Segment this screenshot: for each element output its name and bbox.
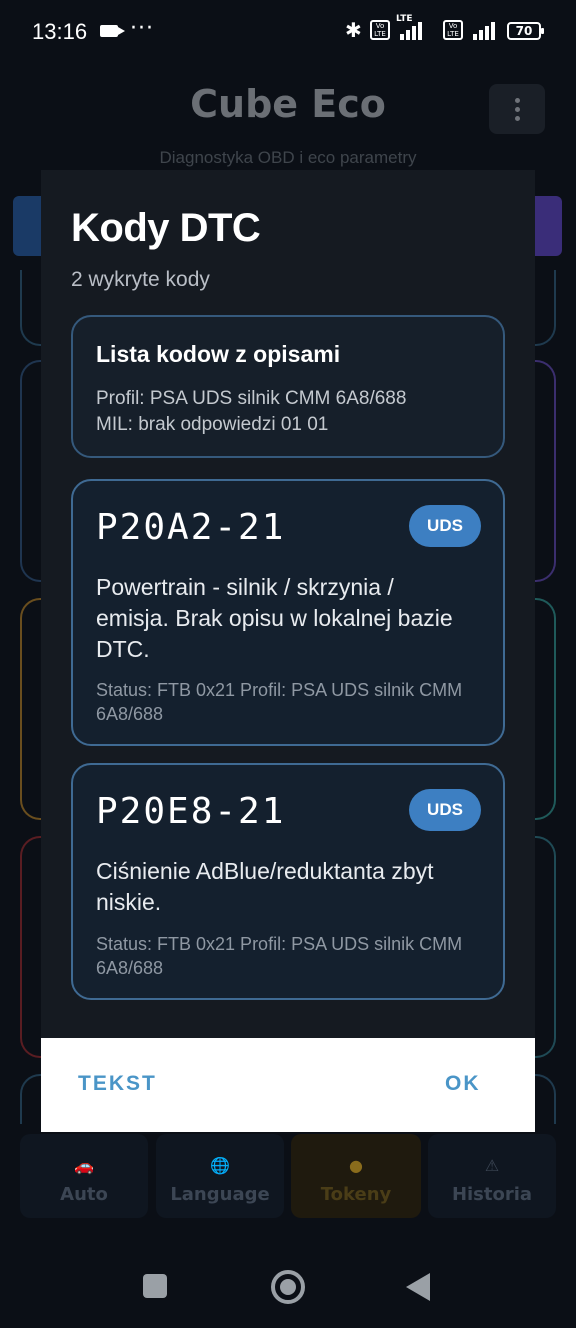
text-button[interactable]: TEKST <box>78 1072 157 1096</box>
menu-dot <box>515 98 520 103</box>
nav-label: Language <box>170 1184 270 1205</box>
system-navigation-bar <box>0 1240 576 1328</box>
dtc-meta: Status: FTB 0x21 Profil: PSA UDS silnik … <box>96 680 463 724</box>
video-camera-icon <box>100 25 125 37</box>
signal-sim1: Vo LTE LTE <box>370 14 432 42</box>
nav-item-auto[interactable]: 🚗 Auto <box>20 1134 148 1218</box>
dtc-meta: Status: FTB 0x21 Profil: PSA UDS silnik … <box>96 934 463 978</box>
globe-icon: 🌐 <box>210 1156 230 1175</box>
warning-icon: ⚠ <box>484 1156 500 1175</box>
dtc-dialog: Kody DTC 2 wykryte kody Lista kodow z op… <box>41 170 535 1132</box>
signal-sim2: Vo LTE <box>443 20 499 42</box>
dtc-code: P20E8-21 <box>96 791 286 832</box>
dtc-description: Powertrain - silnik / skrzynia / emisja.… <box>96 574 453 662</box>
menu-dot <box>515 107 520 112</box>
dtc-card[interactable]: P20E8-21 UDS Ciśnienie AdBlue/reduktanta… <box>71 763 505 1000</box>
bottom-navigation: 🚗 Auto 🌐 Language ● Tokeny ⚠ Historia <box>20 1134 556 1218</box>
summary-profile: Profil: PSA UDS silnik CMM 6A8/688 <box>96 388 407 409</box>
recents-button[interactable] <box>143 1274 167 1298</box>
nav-label: Tokeny <box>320 1184 392 1205</box>
home-button[interactable] <box>271 1270 305 1304</box>
summary-heading: Lista kodow z opisami <box>96 341 341 367</box>
more-notifications-icon: ··· <box>130 16 154 41</box>
status-bar: 13:16 ··· ✱ Vo LTE LTE Vo LTE 70 <box>0 0 576 64</box>
summary-card: Lista kodow z opisami Profil: PSA UDS si… <box>71 315 505 458</box>
nav-label: Historia <box>451 1184 533 1205</box>
clock: 13:16 <box>32 19 88 44</box>
protocol-badge: UDS <box>409 789 481 831</box>
coin-icon: ● <box>349 1156 363 1175</box>
protocol-badge: UDS <box>409 505 481 547</box>
signal-bars-icon <box>469 20 499 40</box>
nav-label: Auto <box>60 1184 108 1205</box>
dialog-actions: TEKST OK <box>41 1038 535 1132</box>
dialog-subtitle: 2 wykryte kody <box>71 268 210 291</box>
nav-item-historia[interactable]: ⚠ Historia <box>428 1134 556 1218</box>
signal-bars-icon <box>396 20 426 40</box>
ok-button[interactable]: OK <box>445 1072 481 1096</box>
dtc-card[interactable]: P20A2-21 UDS Powertrain - silnik / skrzy… <box>71 479 505 746</box>
dialog-title: Kody DTC <box>71 206 261 250</box>
bluetooth-icon: ✱ <box>345 18 362 42</box>
nav-item-language[interactable]: 🌐 Language <box>156 1134 284 1218</box>
dtc-code: P20A2-21 <box>96 507 286 548</box>
car-icon: 🚗 <box>74 1156 94 1175</box>
overflow-menu-button[interactable] <box>489 84 545 134</box>
app-subtitle: Diagnostyka OBD i eco parametry <box>159 148 417 167</box>
volte-icon: Vo LTE <box>370 20 390 40</box>
volte-icon: Vo LTE <box>443 20 463 40</box>
nav-item-tokeny[interactable]: ● Tokeny <box>291 1134 421 1218</box>
back-button[interactable] <box>406 1273 430 1301</box>
summary-mil: MIL: brak odpowiedzi 01 01 <box>96 414 329 435</box>
menu-dot <box>515 116 520 121</box>
battery-icon: 70 <box>507 22 544 40</box>
dtc-description: Ciśnienie AdBlue/reduktanta zbyt niskie. <box>96 858 434 915</box>
